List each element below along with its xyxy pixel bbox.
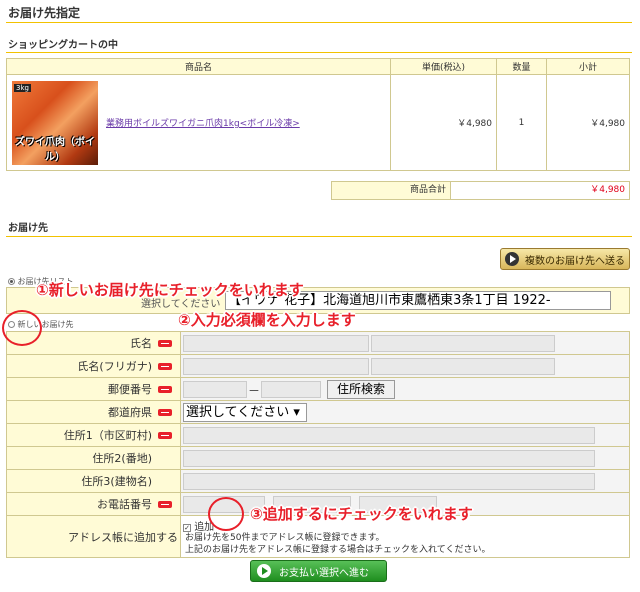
label-pref: 都道府県 (6, 400, 181, 424)
delivery-section-title: お届け先 (8, 223, 48, 234)
required-icon (158, 340, 172, 347)
proceed-payment-label: お支払い選択へ進む (279, 567, 369, 579)
radio-existing-dot[interactable] (8, 278, 15, 285)
required-icon (158, 363, 172, 370)
first-name-kana-input[interactable] (371, 358, 555, 375)
zip-search-button[interactable]: 住所検索 (327, 380, 395, 399)
label-phone: お電話番号 (6, 492, 181, 516)
product-link[interactable]: 業務用ボイルズワイガニ爪肉1kg<ボイル冷凍> (106, 116, 300, 129)
table-row: 3kg ズワイ爪肉（ボイル） 業務用ボイルズワイガニ爪肉1kg<ボイル冷凍> ￥… (6, 74, 630, 171)
annotation-2: ②入力必須欄を入力します (178, 311, 356, 329)
cart-table: 商品名 単価(税込) 数量 小計 3kg ズワイ爪肉（ボイル） 業務用ボイルズワ… (6, 58, 630, 171)
last-name-kana-input[interactable] (183, 358, 369, 375)
total-value: ￥4,980 (590, 185, 625, 195)
addrbook-note2: 上記のお届け先をアドレス帳に登録する場合はチェックを入れてください。 (185, 545, 491, 555)
label-addr1: 住所1（市区町村) (6, 423, 181, 447)
label-addrbook: アドレス帳に追加する (6, 515, 181, 558)
product-image-caption: ズワイ爪肉（ボイル） (15, 136, 95, 163)
product-image[interactable]: 3kg ズワイ爪肉（ボイル） (12, 80, 98, 165)
prefecture-select[interactable]: 選択してください ▾ (183, 403, 307, 422)
first-name-input[interactable] (371, 335, 555, 352)
required-icon (158, 409, 172, 416)
zip-separator: － (248, 384, 261, 398)
play-arrow-icon (505, 252, 519, 266)
multi-address-label: 複数のお届け先へ送る (525, 255, 625, 267)
annotation-3: ③追加するにチェックをいれます (250, 505, 473, 523)
label-kana: 氏名(フリガナ) (6, 354, 181, 378)
address1-input[interactable] (183, 427, 595, 444)
product-qty: 1 (496, 74, 547, 171)
play-arrow-icon (257, 564, 271, 578)
zip1-input[interactable] (183, 381, 247, 398)
address2-input[interactable] (183, 450, 595, 467)
product-cell: 3kg ズワイ爪肉（ボイル） 業務用ボイルズワイガニ爪肉1kg<ボイル冷凍> (6, 74, 391, 171)
total-label: 商品合計 (332, 182, 451, 199)
required-icon (158, 386, 172, 393)
product-image-badge: 3kg (14, 83, 31, 92)
multi-address-button[interactable]: 複数のお届け先へ送る (500, 248, 630, 270)
last-name-input[interactable] (183, 335, 369, 352)
col-header-product: 商品名 (6, 58, 391, 75)
product-subtotal: ￥4,980 (546, 74, 630, 171)
required-icon (158, 501, 172, 508)
cart-divider (6, 52, 632, 53)
delivery-divider (6, 236, 632, 237)
label-addr3: 住所3(建物名) (6, 469, 181, 493)
zip2-input[interactable] (261, 381, 321, 398)
cart-total: 商品合計 ￥4,980 (331, 181, 630, 200)
annotation-circle-2 (208, 497, 244, 531)
cart-section-title: ショッピングカートの中 (8, 40, 118, 51)
col-header-qty: 数量 (496, 58, 547, 75)
page-title: お届け先指定 (8, 6, 81, 20)
annotation-1: ①新しいお届け先にチェックをいれます (36, 281, 304, 299)
label-addr2: 住所2(番地) (6, 446, 181, 470)
proceed-payment-button[interactable]: お支払い選択へ進む (250, 560, 387, 582)
product-price: ￥4,980 (390, 74, 497, 171)
col-header-subtotal: 小計 (546, 58, 630, 75)
chevron-down-icon: ▾ (289, 405, 300, 420)
annotation-circle-1 (2, 310, 42, 346)
required-icon (158, 432, 172, 439)
label-zip: 郵便番号 (6, 377, 181, 401)
col-header-price: 単価(税込) (390, 58, 497, 75)
title-divider (6, 22, 632, 23)
address3-input[interactable] (183, 473, 595, 490)
